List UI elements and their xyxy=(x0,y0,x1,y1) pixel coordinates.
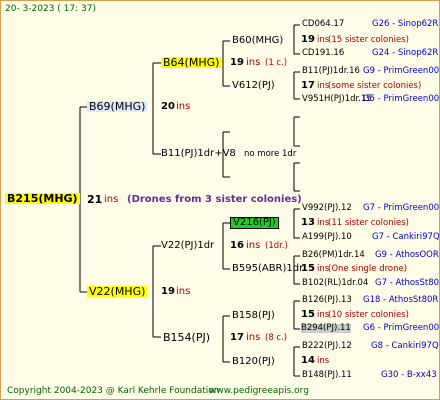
gen4-node-b126[interactable]: B126(PJ).13 xyxy=(302,296,352,305)
gen1-b69-ins-count: 20 xyxy=(161,101,175,112)
gen2-node-b154[interactable]: B154(PJ) xyxy=(163,332,210,343)
gen3-b595-ins-count: 15 xyxy=(301,263,315,274)
gen1-b69-ins-word: ins xyxy=(176,101,191,112)
gen4-cd064-link[interactable]: G26 - Sinop62R xyxy=(372,20,438,29)
gen4-node-cd064[interactable]: CD064.17 xyxy=(302,20,344,29)
root-ins-count: 21 xyxy=(87,193,103,206)
gen4-node-b11pj[interactable]: B11(PJ)1dr.16 xyxy=(302,67,360,76)
gen3-b120-ins-count: 14 xyxy=(301,355,315,366)
root-ins-word: ins xyxy=(104,194,119,205)
gen2-node-v22pj[interactable]: V22(PJ)1dr xyxy=(161,241,214,251)
gen4-b222-link[interactable]: G8 - Cankiri97Q xyxy=(371,342,439,351)
gen2-v22pj-ins-count: 16 xyxy=(230,240,244,251)
gen3-node-b60[interactable]: B60(MHG) xyxy=(232,36,283,46)
gen3-v612-ins-count: 17 xyxy=(301,80,315,91)
root-note: (Drones from 3 sister colonies) xyxy=(127,194,302,205)
footer-site-link[interactable]: www.pedigreeapis.org xyxy=(209,387,309,396)
gen2-v22pj-sub: (1dr.) xyxy=(265,241,288,251)
gen4-node-b294[interactable]: B294(PJ).11 xyxy=(301,324,351,333)
gen4-node-v992[interactable]: V992(PJ).12 xyxy=(302,204,352,213)
gen2-b64-ins-word: ins xyxy=(246,57,261,68)
footer-copyright: Copyright 2004-2023 @ Karl Kehrle Founda… xyxy=(7,386,220,396)
gen3-v612-sub: (some sister colonies) xyxy=(328,81,422,91)
gen2-b154-ins-word: ins xyxy=(246,332,261,343)
gen3-node-b158[interactable]: B158(PJ) xyxy=(232,311,275,321)
gen1-v22-ins-count: 19 xyxy=(161,286,175,297)
gen4-node-b102[interactable]: B102(RL)1dr.04 xyxy=(302,279,368,288)
gen2-b154-sub: (8 c.) xyxy=(265,333,288,343)
gen4-b294-link[interactable]: G6 - PrimGreen00 xyxy=(363,324,439,333)
gen3-b158-ins-count: 15 xyxy=(301,309,315,320)
gen2-node-b64[interactable]: B64(MHG) xyxy=(161,57,222,68)
gen3-b158-sub: (10 sister colonies) xyxy=(328,310,409,320)
gen3-b120-ins-word: ins xyxy=(317,356,330,366)
gen2-b64-ins-count: 19 xyxy=(230,57,244,68)
gen3-node-v216[interactable]: V216(PJ) xyxy=(230,217,279,229)
gen4-node-a199[interactable]: A199(PJ).10 xyxy=(302,233,352,242)
gen4-node-v951h[interactable]: V951H(PJ)1dr.15 xyxy=(302,95,372,104)
gen4-b26-link[interactable]: G9 - AthosOOR xyxy=(375,251,439,260)
gen4-b148-link[interactable]: G30 - B-xx43 xyxy=(381,371,437,380)
gen3-node-b595[interactable]: B595(ABR)1dr xyxy=(232,264,303,274)
gen3-node-v612[interactable]: V612(PJ) xyxy=(232,81,275,91)
gen2-b11-extra: no more 1dr xyxy=(244,149,297,159)
gen3-b60-ins-count: 19 xyxy=(301,34,315,45)
gen3-node-b120[interactable]: B120(PJ) xyxy=(232,357,275,367)
gen2-b154-ins-count: 17 xyxy=(230,332,244,343)
report-date: 20- 3-2023 ( 17: 37) xyxy=(5,4,96,14)
gen3-b595-sub: (One single drone) xyxy=(328,264,408,274)
gen3-v216-sub: (11 sister colonies) xyxy=(328,218,409,228)
gen3-v216-ins-count: 13 xyxy=(301,217,315,228)
gen4-node-b26[interactable]: B26(PM)1dr.14 xyxy=(302,251,365,260)
gen4-node-b148[interactable]: B148(PJ).11 xyxy=(302,371,352,380)
gen3-b60-sub: (15 sister colonies) xyxy=(328,35,409,45)
gen4-v992-link[interactable]: G7 - PrimGreen00 xyxy=(363,204,439,213)
gen4-cd191-link[interactable]: G24 - Sinop62R xyxy=(372,49,438,58)
gen4-v951h-link[interactable]: G5 - PrimGreen00 xyxy=(363,95,439,104)
gen4-node-b222[interactable]: B222(PJ).12 xyxy=(302,342,352,351)
gen2-b64-sub: (1 c.) xyxy=(265,58,288,68)
gen1-node-v22mhg[interactable]: V22(MHG) xyxy=(87,286,148,297)
gen2-node-b11[interactable]: B11(PJ)1dr+V8 xyxy=(161,149,236,159)
gen4-b126-link[interactable]: G18 - AthosSt80R xyxy=(363,296,438,305)
gen4-a199-link[interactable]: G7 - Cankiri97Q xyxy=(372,233,439,242)
pedigree-chart: 20- 3-2023 ( 17: 37) B215(MHG) 21 ins (D… xyxy=(0,0,440,400)
gen1-node-b69[interactable]: B69(MHG) xyxy=(87,101,148,112)
gen2-v22pj-ins-word: ins xyxy=(246,240,261,251)
root-name[interactable]: B215(MHG) xyxy=(5,193,80,204)
gen4-node-cd191[interactable]: CD191.16 xyxy=(302,49,344,58)
gen4-b102-link[interactable]: G7 - AthosSt80R xyxy=(375,279,439,288)
gen4-b11pj-link[interactable]: G9 - PrimGreen00 xyxy=(363,67,439,76)
gen1-v22-ins-word: ins xyxy=(176,286,191,297)
